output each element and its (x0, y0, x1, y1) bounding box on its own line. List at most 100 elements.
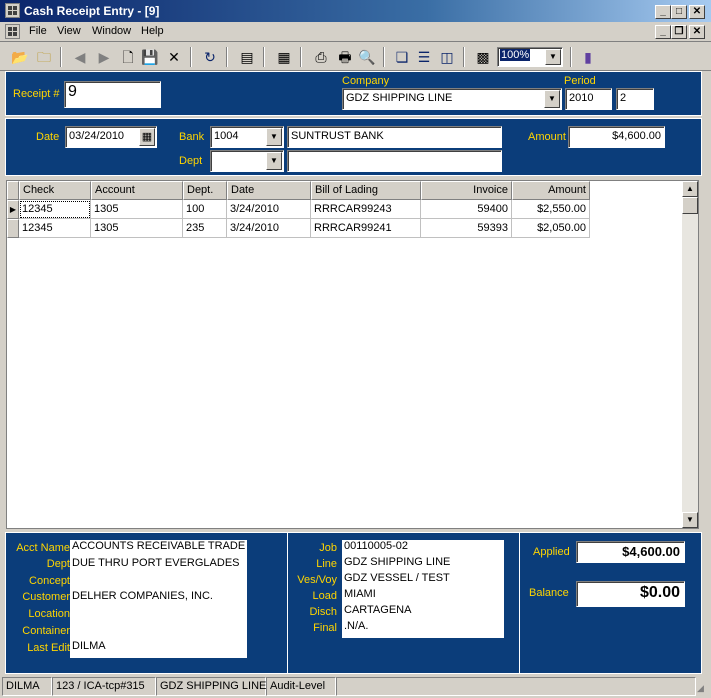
chevron-down-icon[interactable]: ▼ (266, 152, 282, 170)
save-icon[interactable]: 💾 (140, 47, 160, 67)
load-value: MIAMI (344, 588, 376, 600)
line-label: Line (316, 558, 337, 570)
bank-code-select[interactable]: 1004 ▼ (210, 126, 284, 148)
table-cell[interactable]: 3/24/2010 (227, 200, 311, 219)
scroll-up-icon[interactable]: ▲ (682, 181, 698, 197)
bank-name-field[interactable]: SUNTRUST BANK (287, 126, 502, 148)
previous-record-icon[interactable]: ◀ (70, 47, 90, 67)
print-setup-icon[interactable]: ⎙ (311, 47, 331, 67)
company-label: Company (342, 75, 390, 87)
child-minimize-button[interactable]: _ (655, 25, 671, 39)
table-cell[interactable]: 1305 (91, 200, 183, 219)
acct-name-label: Acct Name (16, 542, 70, 554)
period-number-field[interactable]: 2 (616, 88, 654, 110)
color-palette-icon[interactable]: ▩ (473, 47, 493, 67)
maximize-button[interactable]: □ (671, 5, 687, 19)
cascade-windows-icon[interactable]: ❏ (392, 47, 412, 67)
company-value: GDZ SHIPPING LINE (346, 92, 453, 104)
menu-help[interactable]: Help (141, 25, 164, 37)
column-header-account[interactable]: Account (91, 181, 183, 200)
row-selector[interactable] (7, 219, 19, 238)
refresh-icon[interactable]: ↻ (200, 47, 220, 67)
column-header-date[interactable]: Date (227, 181, 311, 200)
bank-code-value: 1004 (214, 130, 239, 142)
table-cell[interactable]: 59400 (421, 200, 512, 219)
table-cell[interactable]: 59393 (421, 219, 512, 238)
header-panel: Receipt # 9 Company GDZ SHIPPING LINE ▼ … (5, 71, 702, 116)
document-icon[interactable] (5, 24, 20, 39)
company-select[interactable]: GDZ SHIPPING LINE ▼ (342, 88, 562, 110)
applied-amount: $4,600.00 (576, 541, 685, 563)
final-label: Final (313, 622, 337, 634)
acct-name-value: ACCOUNTS RECEIVABLE TRADE (72, 540, 246, 552)
vessel-voyage-label: Ves/Voy (297, 574, 337, 586)
exit-door-icon[interactable]: ▮ (578, 47, 598, 67)
chevron-down-icon[interactable]: ▼ (266, 128, 282, 146)
scroll-thumb[interactable] (682, 197, 698, 214)
column-header-invoice[interactable]: Invoice (421, 181, 512, 200)
form-view-icon[interactable]: ▦ (274, 47, 294, 67)
tile-vertical-icon[interactable]: ◫ (437, 47, 457, 67)
balance-amount: $0.00 (576, 581, 685, 607)
vessel-voyage-value: GDZ VESSEL / TEST (344, 572, 450, 584)
period-year-field[interactable]: 2010 (565, 88, 612, 110)
table-cell[interactable]: 3/24/2010 (227, 219, 311, 238)
date-field[interactable]: 03/24/2010 ▦ (65, 126, 157, 148)
child-restore-button[interactable]: ❐ (671, 25, 687, 39)
toolbar: 📂 🗀 ◀ ▶ 🗋 💾 ✕ ↻ ▤ ▦ ⎙ 🖶 🔍 ❏ ☰ ◫ ▩ 100% ▼… (0, 43, 711, 71)
delete-icon[interactable]: ✕ (164, 47, 184, 67)
next-record-icon[interactable]: ▶ (94, 47, 114, 67)
column-header-bill-of-lading[interactable]: Bill of Lading (311, 181, 421, 200)
column-header-dept[interactable]: Dept. (183, 181, 227, 200)
chevron-down-icon[interactable]: ▼ (544, 90, 560, 108)
minimize-button[interactable]: _ (655, 5, 671, 19)
table-cell[interactable]: $2,050.00 (512, 219, 590, 238)
tile-horizontal-icon[interactable]: ☰ (414, 47, 434, 67)
folder-icon[interactable]: 🗀 (34, 47, 54, 67)
load-label: Load (312, 590, 337, 602)
container-value (70, 623, 247, 640)
row-selector-icon[interactable]: ▶ (7, 200, 19, 219)
receipt-number-field[interactable]: 9 (64, 81, 161, 108)
table-cell[interactable]: 235 (183, 219, 227, 238)
table-cell[interactable]: RRRCAR99241 (311, 219, 421, 238)
menu-bar: File View Window Help _ ❐ ✕ (0, 22, 711, 42)
print-icon[interactable]: 🖶 (335, 47, 355, 67)
open-folder-icon[interactable]: 📂 (10, 47, 30, 67)
menu-window[interactable]: Window (92, 25, 131, 37)
discharge-label: Disch (309, 606, 337, 618)
calendar-icon[interactable]: ▦ (139, 128, 155, 146)
receipt-label: Receipt # (13, 88, 60, 100)
resize-grip-icon[interactable]: ◢ (697, 683, 709, 695)
close-window-button[interactable]: ✕ (689, 5, 705, 19)
table-cell[interactable]: $2,550.00 (512, 200, 590, 219)
calculator-icon[interactable]: ▤ (237, 47, 257, 67)
dept-select[interactable]: ▼ (210, 150, 284, 172)
status-connection: 123 / ICA-tcp#315 (52, 677, 156, 696)
menu-view[interactable]: View (57, 25, 81, 37)
amount-field[interactable]: $4,600.00 (568, 126, 665, 148)
child-close-button[interactable]: ✕ (689, 25, 705, 39)
table-cell[interactable]: 1305 (91, 219, 183, 238)
details-panel: Acct Name Dept Concept Customer Location… (5, 532, 702, 674)
chevron-down-icon[interactable]: ▼ (545, 49, 561, 65)
table-cell[interactable]: 100 (183, 200, 227, 219)
status-user: DILMA (2, 677, 52, 696)
status-bar: DILMA 123 / ICA-tcp#315 GDZ SHIPPING LIN… (0, 675, 711, 698)
column-header-amount[interactable]: Amount (512, 181, 590, 200)
status-audit-level: Audit-Level (266, 677, 336, 696)
table-cell[interactable]: RRRCAR99243 (311, 200, 421, 219)
shipment-details-list: 00110005-02 GDZ SHIPPING LINE GDZ VESSEL… (342, 540, 504, 638)
scroll-down-icon[interactable]: ▼ (682, 512, 698, 528)
dept-name-field[interactable] (287, 150, 502, 172)
table-cell[interactable]: 12345 (19, 200, 91, 219)
entry-panel: Date 03/24/2010 ▦ Bank 1004 ▼ SUNTRUST B… (5, 118, 702, 176)
print-preview-icon[interactable]: 🔍 (357, 47, 377, 67)
menu-file[interactable]: File (29, 25, 47, 37)
table-cell[interactable]: 12345 (19, 219, 91, 238)
zoom-select[interactable]: 100% ▼ (497, 47, 563, 67)
app-icon[interactable] (5, 3, 20, 18)
new-document-icon[interactable]: 🗋 (118, 47, 138, 67)
vertical-scrollbar[interactable]: ▲ ▼ (682, 181, 698, 528)
column-header-check[interactable]: Check (19, 181, 91, 200)
